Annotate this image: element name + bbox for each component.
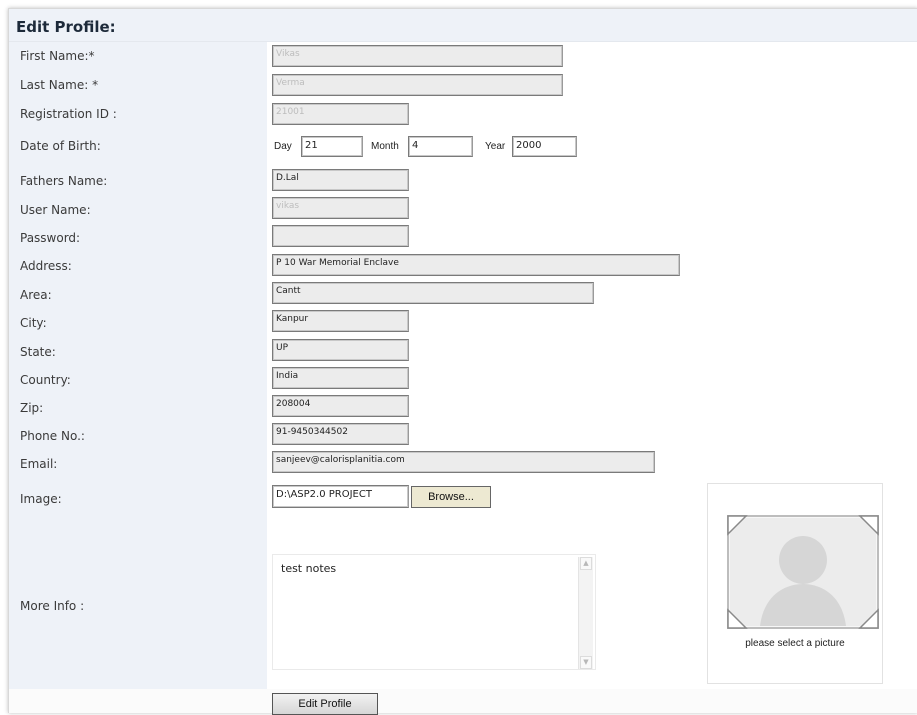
email-field[interactable]: sanjeev@calorisplanitia.com <box>272 451 655 473</box>
registration-id-label: Registration ID : <box>20 107 117 121</box>
password-label: Password: <box>20 231 81 245</box>
address-field[interactable]: P 10 War Memorial Enclave <box>272 254 680 276</box>
more-info-textarea[interactable]: test notes ▲ ▼ <box>272 554 596 670</box>
email-label: Email: <box>20 457 58 471</box>
title-bar: Edit Profile: <box>9 9 917 42</box>
zip-label: Zip: <box>20 401 44 415</box>
more-info-label: More Info : <box>20 599 85 613</box>
user-name-label: User Name: <box>20 203 91 217</box>
area-field[interactable]: Cantt <box>272 282 594 304</box>
dob-day-field[interactable]: 21 <box>301 136 363 157</box>
avatar-placeholder-icon <box>727 515 879 629</box>
image-file-field[interactable]: D:\ASP2.0 PROJECT <box>272 485 409 508</box>
scroll-down-icon[interactable]: ▼ <box>580 656 592 669</box>
form-footer <box>9 689 917 713</box>
last-name-field[interactable]: Verma <box>272 74 563 96</box>
image-label: Image: <box>20 492 62 506</box>
city-label: City: <box>20 316 47 330</box>
dob-month-label: Month <box>371 141 399 152</box>
picture-caption: please select a picture <box>745 638 845 649</box>
dob-day-label: Day <box>274 141 292 152</box>
zip-field[interactable]: 208004 <box>272 395 409 417</box>
area-label: Area: <box>20 288 52 302</box>
phone-field[interactable]: 91-9450344502 <box>272 423 409 445</box>
country-label: Country: <box>20 373 71 387</box>
state-label: State: <box>20 345 56 359</box>
page-title: Edit Profile: <box>16 18 116 36</box>
picture-preview-panel: please select a picture <box>707 483 883 684</box>
fathers-name-field[interactable]: D.Lal <box>272 169 409 191</box>
dob-month-field[interactable]: 4 <box>408 136 473 157</box>
last-name-label: Last Name: * <box>20 78 99 92</box>
fathers-name-label: Fathers Name: <box>20 174 108 188</box>
city-field[interactable]: Kanpur <box>272 310 409 332</box>
password-field[interactable] <box>272 225 409 247</box>
more-info-text: test notes <box>281 562 337 575</box>
date-of-birth-label: Date of Birth: <box>20 139 101 153</box>
user-name-field[interactable]: vikas <box>272 197 409 219</box>
registration-id-field[interactable]: 21001 <box>272 103 409 125</box>
country-field[interactable]: India <box>272 367 409 389</box>
browse-button[interactable]: Browse... <box>411 486 491 508</box>
dob-year-field[interactable]: 2000 <box>512 136 577 157</box>
edit-profile-form: Edit Profile: First Name:* Last Name: * … <box>8 8 917 715</box>
first-name-label: First Name:* <box>20 49 95 63</box>
textarea-scrollbar[interactable]: ▲ ▼ <box>578 557 593 669</box>
address-label: Address: <box>20 259 72 273</box>
dob-year-label: Year <box>485 141 506 152</box>
scroll-up-icon[interactable]: ▲ <box>580 557 592 570</box>
first-name-field[interactable]: Vikas <box>272 45 563 67</box>
state-field[interactable]: UP <box>272 339 409 361</box>
phone-label: Phone No.: <box>20 429 85 443</box>
